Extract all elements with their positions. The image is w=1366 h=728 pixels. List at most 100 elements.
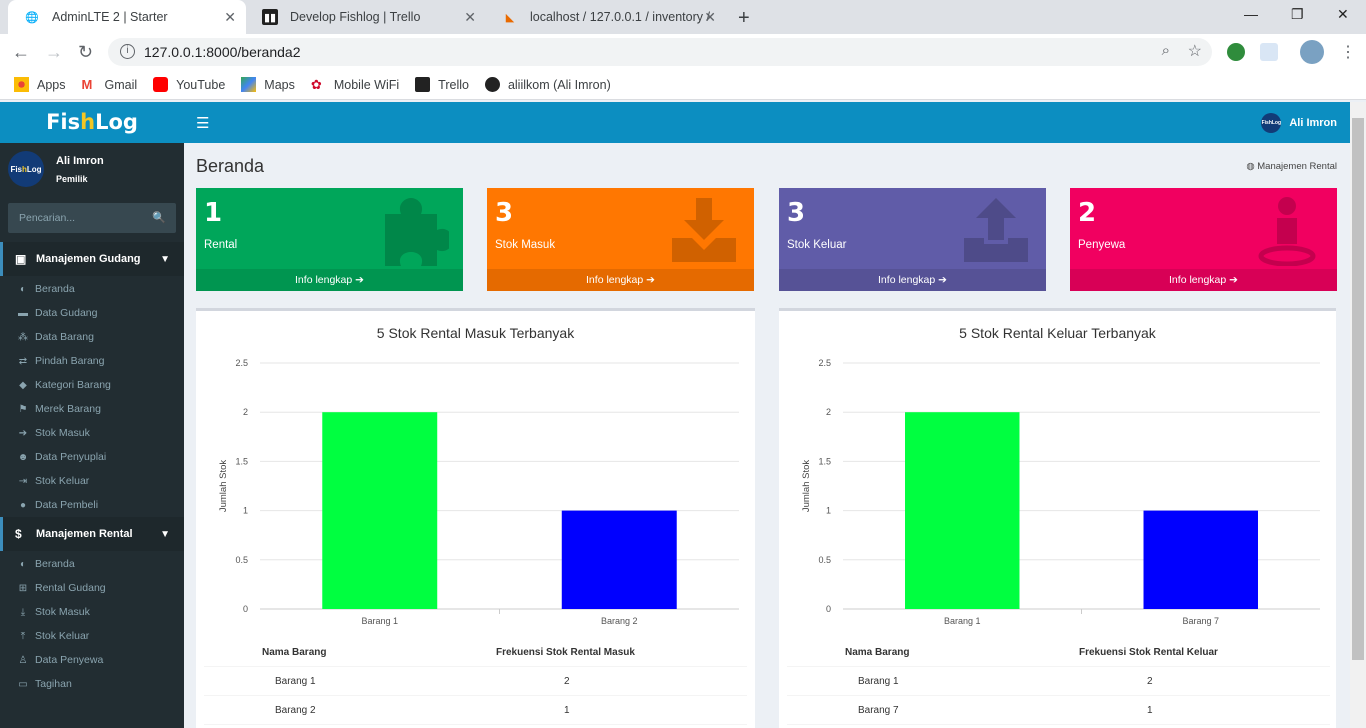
- flag-icon: ⚑: [18, 403, 28, 415]
- breadcrumb[interactable]: ◍ Manajemen Rental: [1246, 161, 1337, 172]
- zoom-icon[interactable]: ⌕: [1162, 42, 1170, 59]
- extension-globe-icon[interactable]: [1227, 43, 1245, 61]
- sign-in-icon: ➔: [18, 427, 28, 439]
- sidebar-item-data-gudang[interactable]: ▬ Data Gudang: [0, 301, 184, 325]
- sidebar-item-pindah-barang[interactable]: ⇄ Pindah Barang: [0, 349, 184, 373]
- sidebar-item-gudang-beranda[interactable]: ◐ Beranda: [0, 277, 184, 301]
- phpmyadmin-icon: ◣: [505, 11, 515, 24]
- close-tab-icon[interactable]: ✕: [464, 9, 476, 26]
- table-row: Barang 71: [787, 696, 1330, 725]
- sidebar-item-rental-gudang[interactable]: ⊞ Rental Gudang: [0, 576, 184, 600]
- x-tick-label: Barang 2: [601, 616, 638, 626]
- forward-icon[interactable]: →: [45, 42, 63, 63]
- maximize-icon[interactable]: ❐: [1291, 6, 1304, 23]
- x-tick-label: Barang 1: [361, 616, 398, 626]
- menu-section-rental[interactable]: $ Manajemen Rental ▼: [0, 517, 184, 551]
- trello-icon: ▮▮: [262, 9, 278, 25]
- sidebar-item-tagihan[interactable]: ▭ Tagihan: [0, 672, 184, 696]
- sidebar-item-stok-masuk[interactable]: ➔ Stok Masuk: [0, 421, 184, 445]
- address-bar-row: ← → ↻ i 127.0.0.1:8000/beranda2 ⌕ ☆: [0, 34, 1366, 70]
- arrow-circle-right-icon: ➔: [646, 274, 655, 286]
- info-icon[interactable]: i: [120, 44, 135, 59]
- infobox-label: Rental: [204, 239, 238, 251]
- y-tick-label: 1.5: [818, 456, 831, 466]
- bar: [322, 412, 438, 609]
- y-tick-label: 0.5: [818, 555, 831, 565]
- close-window-icon[interactable]: ✕: [1337, 6, 1349, 23]
- sidebar-item-data-pembeli[interactable]: ● Data Pembeli: [0, 493, 184, 517]
- sidebar-item-stok-keluar[interactable]: ⇥ Stok Keluar: [0, 469, 184, 493]
- page-scrollbar[interactable]: [1350, 102, 1366, 728]
- chart-stok-keluar: 0 0.5 1 1.5 2 2.5 Barang 1 Barang 7 Jumlah Stok: [801, 358, 1320, 626]
- bookmark-trello[interactable]: Trello: [415, 77, 469, 92]
- browser-tab-adminlte[interactable]: 🌐 AdminLTE 2 | Starter ✕: [8, 0, 246, 34]
- dollar-icon: $: [15, 527, 22, 541]
- user-icon: ●: [19, 499, 27, 511]
- search-icon[interactable]: 🔍: [152, 211, 166, 224]
- url-input[interactable]: i 127.0.0.1:8000/beranda2 ⌕ ☆: [108, 38, 1212, 66]
- chevron-down-icon: ▼: [160, 528, 170, 540]
- infobox-count: 1: [204, 198, 223, 228]
- back-icon[interactable]: ←: [12, 42, 30, 63]
- star-icon[interactable]: ☆: [1188, 41, 1202, 61]
- infobox-count: 3: [787, 198, 806, 228]
- info-lengkap-link[interactable]: Info lengkap ➔: [196, 269, 463, 291]
- bookmark-gmail[interactable]: M Gmail: [82, 77, 138, 92]
- search-input[interactable]: Pencarian... 🔍: [8, 203, 176, 233]
- sidebar-item-merek-barang[interactable]: ⚑ Merek Barang: [0, 397, 184, 421]
- reload-icon[interactable]: ↻: [78, 42, 93, 63]
- person-icon: [1258, 197, 1316, 266]
- top-navbar: ☰ FishLog Ali Imron: [184, 102, 1350, 143]
- bookmark-apps[interactable]: Apps: [14, 77, 66, 92]
- user-name: Ali Imron: [56, 154, 104, 167]
- bar: [1143, 510, 1258, 609]
- download-icon: [672, 198, 736, 262]
- tags-icon: ◆: [19, 379, 27, 391]
- bookmark-youtube[interactable]: YouTube: [153, 77, 225, 92]
- bookmark-mobile-wifi[interactable]: ✿ Mobile WiFi: [311, 77, 399, 92]
- extension-icon[interactable]: [1260, 43, 1278, 61]
- sidebar-item-data-penyewa[interactable]: ♙ Data Penyewa: [0, 648, 184, 672]
- bookmark-maps[interactable]: Maps: [241, 77, 295, 92]
- cubes-icon: ⁂: [18, 331, 28, 343]
- download-icon: ⤓: [20, 606, 26, 618]
- minimize-icon[interactable]: —: [1244, 6, 1258, 22]
- scrollbar-thumb[interactable]: [1352, 118, 1364, 660]
- sidebar-item-rental-beranda[interactable]: ◐ Beranda: [0, 552, 184, 576]
- bookmark-github[interactable]: aliilkom (Ali Imron): [484, 77, 611, 92]
- sidebar: Fis h Log Ali Imron Pemilik Pencarian... 🔍…: [0, 143, 184, 728]
- github-icon: [484, 77, 500, 92]
- profile-avatar[interactable]: [1300, 40, 1324, 64]
- user-plus-icon: ☻: [17, 451, 29, 463]
- hamburger-menu-icon[interactable]: ☰: [196, 114, 209, 132]
- sidebar-item-data-penyuplai[interactable]: ☻ Data Penyuplai: [0, 445, 184, 469]
- table-row: Barang 21: [204, 696, 747, 725]
- close-tab-icon[interactable]: ✕: [704, 9, 716, 26]
- chart-stok-masuk: 0 0.5 1 1.5 2 2.5 Barang 1 Barang 2 Jumlah Stok: [218, 358, 739, 626]
- info-lengkap-link[interactable]: Info lengkap ➔: [487, 269, 754, 291]
- menu-section-gudang[interactable]: ▣ Manajemen Gudang ▼: [0, 242, 184, 276]
- trello-icon: [415, 77, 431, 92]
- kebab-menu-icon[interactable]: ⋮: [1340, 42, 1356, 62]
- brand-logo[interactable]: FishLog: [0, 102, 184, 143]
- app-root: FishLog ☰ FishLog Ali Imron Fis h Log Ali …: [0, 102, 1350, 728]
- info-lengkap-link[interactable]: Info lengkap ➔: [1070, 269, 1337, 291]
- browser-tab-phpmyadmin[interactable]: ◣ localhost / 127.0.0.1 / inventory / ✕: [486, 0, 726, 34]
- info-lengkap-link[interactable]: Info lengkap ➔: [779, 269, 1046, 291]
- sidebar-item-data-barang[interactable]: ⁂ Data Barang: [0, 325, 184, 349]
- y-tick-label: 0.5: [235, 555, 248, 565]
- youtube-icon: [153, 77, 169, 92]
- browser-tab-trello[interactable]: ▮▮ Develop Fishlog | Trello ✕: [246, 0, 486, 34]
- y-axis-label: Jumlah Stok: [218, 460, 229, 513]
- user-menu[interactable]: FishLog Ali Imron: [1261, 113, 1337, 133]
- sidebar-item-rental-stok-keluar[interactable]: ⤒ Stok Keluar: [0, 624, 184, 648]
- new-tab-icon[interactable]: +: [738, 7, 750, 30]
- y-tick-label: 0: [826, 604, 831, 614]
- close-tab-icon[interactable]: ✕: [224, 9, 236, 26]
- x-tick-label: Barang 7: [1182, 616, 1219, 626]
- sidebar-item-rental-stok-masuk[interactable]: ⤓ Stok Masuk: [0, 600, 184, 624]
- infobox-label: Stok Masuk: [495, 239, 556, 251]
- infobox-count: 3: [495, 198, 514, 228]
- sidebar-item-kategori-barang[interactable]: ◆ Kategori Barang: [0, 373, 184, 397]
- y-tick-label: 1: [243, 506, 248, 516]
